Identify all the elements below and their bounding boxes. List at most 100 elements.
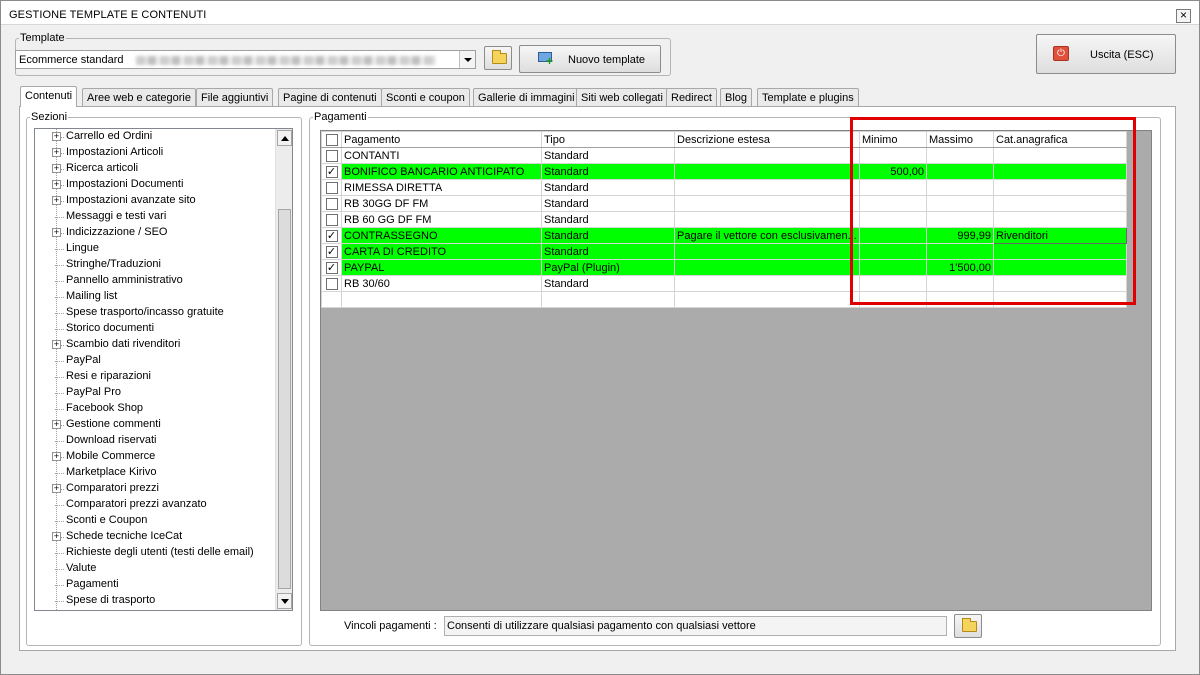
- table-row[interactable]: ✓ CARTA DI CREDITO Standard: [321, 243, 1127, 260]
- expand-plus-icon[interactable]: +: [52, 180, 61, 189]
- row-checkbox[interactable]: [325, 149, 338, 162]
- scroll-down-arrow-icon[interactable]: [277, 593, 292, 609]
- payment-cat-cell[interactable]: [993, 259, 1127, 276]
- new-template-button[interactable]: + Nuovo template: [519, 45, 661, 73]
- payment-desc-cell[interactable]: [674, 163, 860, 180]
- payment-type-cell[interactable]: Standard: [541, 211, 675, 228]
- payment-max-cell[interactable]: [926, 195, 994, 212]
- select-all-checkbox[interactable]: [325, 133, 338, 146]
- expand-plus-icon[interactable]: +: [52, 532, 61, 541]
- tab-template-plugins[interactable]: Template e plugins: [757, 88, 859, 106]
- payment-desc-cell[interactable]: [674, 147, 860, 164]
- scroll-up-arrow-icon[interactable]: [277, 130, 292, 146]
- payment-cat-cell[interactable]: Rivenditori: [993, 227, 1127, 244]
- table-row[interactable]: ✓ CONTRASSEGNO Standard Pagare il vettore c…: [321, 227, 1127, 244]
- expand-plus-icon[interactable]: +: [52, 340, 61, 349]
- expand-plus-icon[interactable]: +: [52, 132, 61, 141]
- table-row[interactable]: RB 30/60 Standard: [321, 275, 1127, 292]
- tab-redirect[interactable]: Redirect: [666, 88, 717, 106]
- tree-scrollbar[interactable]: [275, 129, 292, 610]
- expand-plus-icon[interactable]: +: [52, 196, 61, 205]
- table-row[interactable]: RB 30GG DF FM Standard: [321, 195, 1127, 212]
- row-checkbox-cell[interactable]: [321, 275, 342, 292]
- tab-siti-web-collegati[interactable]: Siti web collegati: [576, 88, 668, 106]
- new-row-cell[interactable]: [321, 291, 342, 308]
- payment-name-cell[interactable]: CONTANTI: [341, 147, 542, 164]
- payment-type-cell[interactable]: Standard: [541, 275, 675, 292]
- payment-name-cell[interactable]: PAYPAL: [341, 259, 542, 276]
- chevron-down-icon[interactable]: [459, 51, 475, 68]
- expand-plus-icon[interactable]: +: [52, 452, 61, 461]
- payment-type-cell[interactable]: Standard: [541, 163, 675, 180]
- payment-max-cell[interactable]: [926, 147, 994, 164]
- payment-min-cell[interactable]: [859, 275, 927, 292]
- row-checkbox[interactable]: ✓: [325, 229, 338, 242]
- new-row[interactable]: [321, 291, 1127, 308]
- payment-min-cell[interactable]: 500,00: [859, 163, 927, 180]
- expand-plus-icon[interactable]: +: [52, 228, 61, 237]
- new-row-cell[interactable]: [859, 291, 927, 308]
- payment-min-cell[interactable]: [859, 147, 927, 164]
- close-button[interactable]: ×: [1176, 9, 1191, 23]
- payment-cat-cell[interactable]: [993, 211, 1127, 228]
- payment-desc-cell[interactable]: [674, 243, 860, 260]
- row-checkbox[interactable]: ✓: [325, 261, 338, 274]
- payment-max-cell[interactable]: [926, 211, 994, 228]
- row-checkbox-cell[interactable]: ✓: [321, 259, 342, 276]
- payment-min-cell[interactable]: [859, 243, 927, 260]
- expand-plus-icon[interactable]: +: [52, 420, 61, 429]
- payment-name-cell[interactable]: CARTA DI CREDITO: [341, 243, 542, 260]
- row-checkbox[interactable]: [325, 277, 338, 290]
- tab-blog[interactable]: Blog: [720, 88, 753, 106]
- payment-min-cell[interactable]: [859, 179, 927, 196]
- new-row-cell[interactable]: [674, 291, 860, 308]
- payment-max-cell[interactable]: 999,99: [926, 227, 994, 244]
- column-header-minimo[interactable]: Minimo: [859, 131, 927, 148]
- row-checkbox-cell[interactable]: ✓: [321, 227, 342, 244]
- payment-desc-cell[interactable]: [674, 275, 860, 292]
- payment-name-cell[interactable]: CONTRASSEGNO: [341, 227, 542, 244]
- payment-name-cell[interactable]: RB 30/60: [341, 275, 542, 292]
- exit-button[interactable]: ⏻ Uscita (ESC): [1036, 34, 1176, 74]
- payment-cat-cell[interactable]: [993, 195, 1127, 212]
- template-select[interactable]: Ecommerce standard: [15, 50, 476, 69]
- vincoli-field[interactable]: Consenti di utilizzare qualsiasi pagamen…: [444, 616, 947, 636]
- row-checkbox-cell[interactable]: [321, 179, 342, 196]
- new-row-cell[interactable]: [341, 291, 542, 308]
- column-header-tipo[interactable]: Tipo: [541, 131, 675, 148]
- payment-type-cell[interactable]: Standard: [541, 243, 675, 260]
- row-checkbox-cell[interactable]: ✓: [321, 163, 342, 180]
- payment-cat-cell[interactable]: [993, 163, 1127, 180]
- payment-type-cell[interactable]: Standard: [541, 147, 675, 164]
- payment-name-cell[interactable]: RB 60 GG DF FM: [341, 211, 542, 228]
- payment-type-cell[interactable]: Standard: [541, 227, 675, 244]
- payment-name-cell[interactable]: RB 30GG DF FM: [341, 195, 542, 212]
- payment-cat-cell[interactable]: [993, 275, 1127, 292]
- payment-name-cell[interactable]: BONIFICO BANCARIO ANTICIPATO: [341, 163, 542, 180]
- expand-plus-icon[interactable]: +: [52, 484, 61, 493]
- row-checkbox-cell[interactable]: [321, 147, 342, 164]
- select-all-checkbox-cell[interactable]: [321, 131, 342, 148]
- column-header-descrizione[interactable]: Descrizione estesa: [674, 131, 860, 148]
- new-row-cell[interactable]: [926, 291, 994, 308]
- row-checkbox[interactable]: [325, 197, 338, 210]
- new-row-cell[interactable]: [993, 291, 1127, 308]
- column-header-cat-anagrafica[interactable]: Cat.anagrafica: [993, 131, 1127, 148]
- vincoli-folder-button[interactable]: [954, 614, 982, 638]
- open-template-folder-button[interactable]: [484, 46, 512, 70]
- row-checkbox[interactable]: [325, 213, 338, 226]
- payment-type-cell[interactable]: Standard: [541, 179, 675, 196]
- expand-plus-icon[interactable]: +: [52, 164, 61, 173]
- payment-type-cell[interactable]: PayPal (Plugin): [541, 259, 675, 276]
- expand-plus-icon[interactable]: +: [52, 148, 61, 157]
- table-row[interactable]: RB 60 GG DF FM Standard: [321, 211, 1127, 228]
- payment-name-cell[interactable]: RIMESSA DIRETTA: [341, 179, 542, 196]
- payment-desc-cell[interactable]: [674, 259, 860, 276]
- table-row[interactable]: ✓ PAYPAL PayPal (Plugin) 1'500,00: [321, 259, 1127, 276]
- row-checkbox-cell[interactable]: [321, 211, 342, 228]
- payment-desc-cell[interactable]: [674, 179, 860, 196]
- payment-desc-cell[interactable]: [674, 211, 860, 228]
- payment-max-cell[interactable]: [926, 243, 994, 260]
- table-row[interactable]: ✓ BONIFICO BANCARIO ANTICIPATO Standard 500…: [321, 163, 1127, 180]
- row-checkbox-cell[interactable]: ✓: [321, 243, 342, 260]
